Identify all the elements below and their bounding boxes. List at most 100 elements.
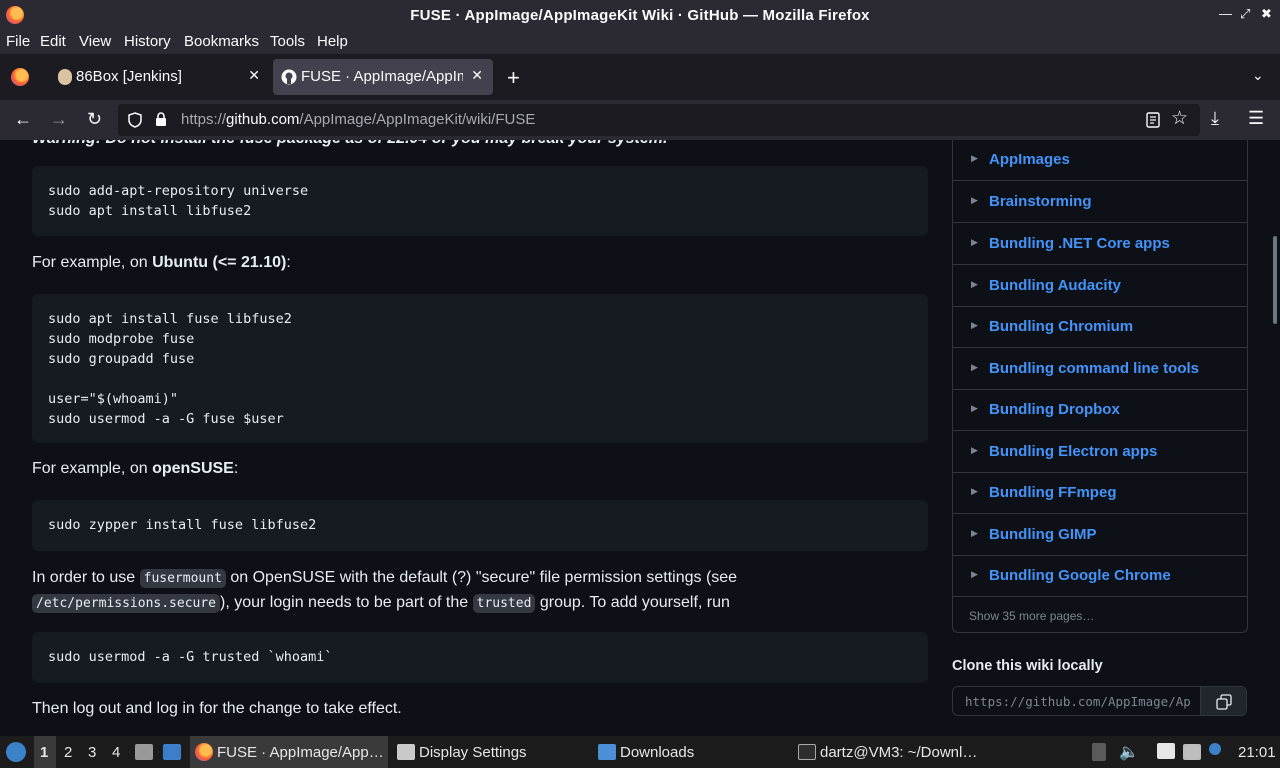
code-line: sudo modprobe fuse [48, 331, 195, 347]
sidebar-link[interactable]: Bundling Chromium [989, 318, 1133, 335]
new-tab-icon[interactable]: + [507, 65, 520, 91]
tab-label: 86Box [Jenkins] [76, 68, 182, 85]
minimize-icon[interactable]: — [1219, 6, 1232, 21]
lock-icon[interactable] [155, 111, 167, 127]
inline-code: /etc/permissions.secure [32, 594, 221, 613]
inline-code: trusted [472, 594, 536, 613]
caret-right-icon[interactable]: ▶ [971, 528, 978, 539]
close-tab-icon[interactable]: ✕ [248, 67, 260, 84]
sidebar-item[interactable]: ▶ Bundling Google Chrome [953, 556, 1247, 597]
app-menu-icon[interactable]: ☰ [1248, 108, 1264, 129]
show-more-pages-link[interactable]: Show 35 more pages… [969, 609, 1094, 623]
code-line: user="$(whoami)" [48, 391, 179, 407]
sidebar-item[interactable]: ▶ Bundling FFmpeg [953, 473, 1247, 514]
back-icon[interactable]: ← [14, 109, 32, 130]
page-scrollbar[interactable] [1270, 140, 1280, 736]
sidebar-item[interactable]: ▶ Bundling Dropbox [953, 390, 1247, 431]
url-text[interactable]: https://github.com/AppImage/AppImageKit/… [181, 111, 535, 128]
sidebar-link[interactable]: AppImages [989, 151, 1070, 168]
opensuse-paragraph: For example, on openSUSE: [32, 460, 239, 477]
forward-icon[interactable]: → [50, 109, 68, 130]
sidebar-link[interactable]: Bundling Electron apps [989, 443, 1157, 460]
warning-text: Warning: Do not install the fuse package… [32, 140, 667, 151]
tray-notification-icon[interactable] [1092, 743, 1106, 761]
copy-icon[interactable] [1216, 694, 1232, 710]
sidebar-item[interactable]: ▶ Brainstorming [953, 182, 1247, 223]
url-bar[interactable]: https://github.com/AppImage/AppImageKit/… [118, 104, 1200, 136]
caret-right-icon[interactable]: ▶ [971, 195, 978, 206]
menu-bookmarks[interactable]: Bookmarks [184, 33, 259, 50]
workspace-2[interactable]: 2 [64, 744, 72, 761]
network-icon[interactable] [1183, 744, 1201, 760]
caret-right-icon[interactable]: ▶ [971, 486, 978, 497]
sidebar-link[interactable]: Bundling GIMP [989, 526, 1096, 543]
menu-help[interactable]: Help [317, 33, 348, 50]
reader-view-icon[interactable] [1146, 112, 1160, 128]
sidebar-item[interactable]: ▶ Bundling Electron apps [953, 432, 1247, 473]
copy-button[interactable] [1200, 687, 1246, 715]
menu-view[interactable]: View [79, 33, 111, 50]
navigation-toolbar: ← → ↻ https://github.com/AppImage/AppIma… [0, 100, 1280, 140]
taskbar-app-label: Display Settings [419, 744, 527, 761]
jenkins-icon [58, 69, 72, 85]
caret-right-icon[interactable]: ▶ [971, 279, 978, 290]
caret-right-icon[interactable]: ▶ [971, 569, 978, 580]
sidebar-link[interactable]: Bundling Audacity [989, 277, 1121, 294]
workspace-4[interactable]: 4 [112, 744, 120, 761]
tab-fuse[interactable]: FUSE · AppImage/AppIma ✕ [273, 59, 493, 95]
sidebar-item[interactable]: ▶ Bundling GIMP [953, 515, 1247, 556]
taskbar-app-label: FUSE · AppImage/App… [217, 744, 384, 761]
reload-icon[interactable]: ↻ [87, 109, 102, 130]
workspace-3[interactable]: 3 [88, 744, 96, 761]
menu-tools[interactable]: Tools [270, 33, 305, 50]
taskbar-app-terminal[interactable]: dartz@VM3: ~/Downl… [796, 736, 992, 768]
list-all-tabs-icon[interactable]: ⌄ [1252, 67, 1264, 84]
sidebar-link[interactable]: Bundling Dropbox [989, 401, 1120, 418]
caret-right-icon[interactable]: ▶ [971, 403, 978, 414]
tab-86box[interactable]: 86Box [Jenkins] ✕ [48, 59, 270, 95]
close-window-icon[interactable]: ✖ [1261, 6, 1272, 22]
downloads-icon[interactable]: ⤓ [1211, 108, 1219, 129]
sidebar-link[interactable]: Bundling command line tools [989, 360, 1199, 377]
sidebar-item[interactable]: ▶ Bundling .NET Core apps [953, 224, 1247, 265]
file-manager-launcher-icon[interactable] [135, 744, 153, 760]
maximize-icon[interactable]: ⤢ [1240, 6, 1250, 22]
show-desktop-icon[interactable] [163, 744, 181, 760]
clipboard-icon[interactable] [1157, 743, 1175, 759]
sidebar-link[interactable]: Bundling .NET Core apps [989, 235, 1170, 252]
workspace-1[interactable]: 1 [40, 744, 48, 761]
scrollbar-thumb[interactable] [1273, 236, 1277, 324]
shield-icon[interactable] [128, 112, 142, 128]
clock[interactable]: 21:01 [1238, 744, 1276, 761]
caret-right-icon[interactable]: ▶ [971, 445, 978, 456]
caret-right-icon[interactable]: ▶ [971, 237, 978, 248]
taskbar-app-downloads[interactable]: Downloads [594, 736, 792, 768]
clone-url-field[interactable]: https://github.com/AppImage/AppImageKit.… [952, 686, 1247, 716]
caret-right-icon[interactable]: ▶ [971, 320, 978, 331]
sidebar-link[interactable]: Bundling Google Chrome [989, 567, 1171, 584]
clone-url-text[interactable]: https://github.com/AppImage/AppImageKit.… [965, 694, 1191, 709]
menu-edit[interactable]: Edit [40, 33, 66, 50]
sidebar-link[interactable]: Brainstorming [989, 193, 1092, 210]
permissions-paragraph: In order to use fusermount on OpenSUSE w… [32, 569, 738, 613]
sidebar-item[interactable]: ▶ Bundling Audacity [953, 266, 1247, 307]
window-titlebar: FUSE · AppImage/AppImageKit Wiki · GitHu… [0, 0, 1280, 30]
code-block-zypper: sudo zypper install fuse libfuse2 [32, 500, 928, 551]
app-menu-logo-icon[interactable] [6, 742, 26, 762]
close-tab-icon[interactable]: ✕ [471, 67, 483, 84]
taskbar-app-firefox[interactable]: FUSE · AppImage/App… [190, 736, 388, 768]
update-notifier-icon[interactable] [1209, 743, 1221, 755]
sidebar-item[interactable]: ▶ Bundling Chromium [953, 307, 1247, 348]
caret-right-icon[interactable]: ▶ [971, 362, 978, 373]
taskbar-app-label: dartz@VM3: ~/Downl… [820, 744, 978, 761]
menu-history[interactable]: History [124, 33, 171, 50]
menu-file[interactable]: File [6, 33, 30, 50]
taskbar-app-display-settings[interactable]: Display Settings [392, 736, 590, 768]
caret-right-icon[interactable]: ▶ [971, 153, 978, 164]
sidebar-item[interactable]: ▶ AppImages [953, 140, 1247, 181]
volume-icon[interactable]: 🔈 [1119, 742, 1139, 762]
firefox-view-icon[interactable] [11, 68, 29, 86]
bookmark-star-icon[interactable]: ☆ [1171, 107, 1188, 130]
sidebar-item[interactable]: ▶ Bundling command line tools [953, 349, 1247, 390]
sidebar-link[interactable]: Bundling FFmpeg [989, 484, 1116, 501]
